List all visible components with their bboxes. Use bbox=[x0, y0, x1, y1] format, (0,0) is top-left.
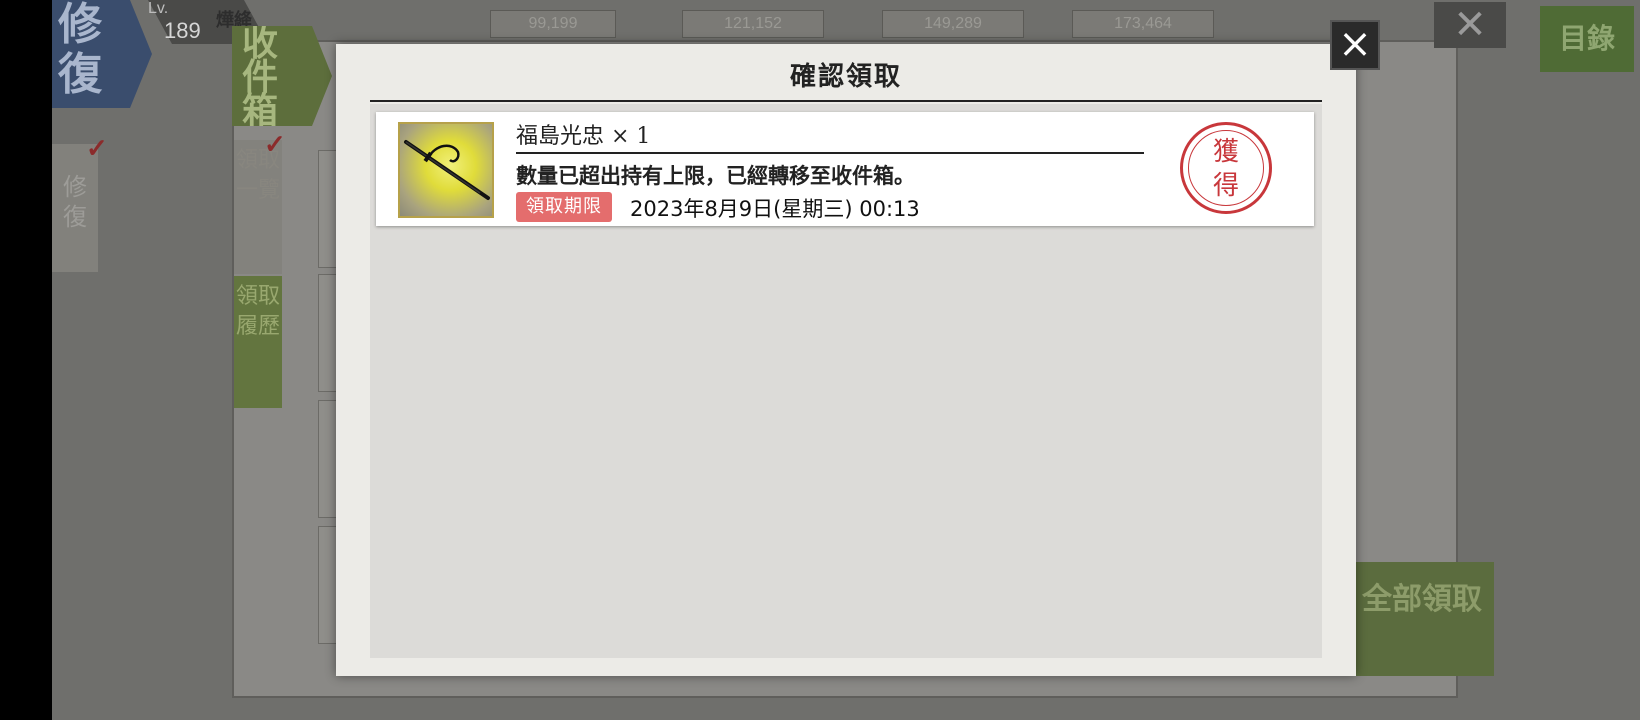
katana-icon bbox=[398, 122, 494, 218]
list-slot bbox=[318, 150, 338, 268]
item-name: 福島光忠 × 1 bbox=[516, 124, 651, 149]
tab-claim-history[interactable]: 領取履歷 bbox=[234, 276, 282, 408]
check-icon: ✓ bbox=[264, 130, 286, 160]
inbox-tag-label: 收件箱 bbox=[242, 22, 279, 132]
repair-tag-label: 修復 bbox=[58, 0, 102, 100]
resource-counter: 149,289 bbox=[882, 10, 1024, 38]
repair-tag[interactable]: 修復 bbox=[52, 0, 152, 108]
list-slot bbox=[318, 274, 338, 392]
dialog-title: 確認領取 bbox=[789, 62, 902, 92]
acquired-stamp: 獲得 bbox=[1180, 122, 1272, 214]
deadline-badge: 領取期限 bbox=[516, 192, 612, 222]
check-icon: ✓ bbox=[86, 134, 108, 164]
level-label: Lv. bbox=[148, 0, 169, 17]
reward-item-card: 福島光忠 × 1 數量已超出持有上限，已經轉移至收件箱。 領取期限 2023年8… bbox=[376, 112, 1314, 226]
tab-claim-list[interactable]: 領取一覽 bbox=[234, 140, 282, 274]
settings-close-icon[interactable]: ✕ bbox=[1434, 2, 1506, 48]
resource-counter: 173,464 bbox=[1072, 10, 1214, 38]
inbox-tag: 收件箱 bbox=[232, 26, 332, 126]
deadline-date: 2023年8月9日(星期三) 00:13 bbox=[630, 197, 920, 221]
dialog-content: 福島光忠 × 1 數量已超出持有上限，已經轉移至收件箱。 領取期限 2023年8… bbox=[370, 104, 1322, 658]
stamp-label: 獲得 bbox=[1188, 130, 1264, 206]
catalog-button[interactable]: 目錄 bbox=[1540, 6, 1634, 72]
list-slot bbox=[318, 526, 338, 644]
title-divider bbox=[370, 100, 1322, 102]
confirm-claim-dialog: 確認領取 福島光忠 × 1 數量已超出持有上限，已經轉移至收件箱。 領取期限 2… bbox=[336, 44, 1356, 676]
close-icon[interactable]: × bbox=[1330, 20, 1380, 70]
level-value: 189 bbox=[164, 18, 201, 43]
list-slot bbox=[318, 400, 338, 518]
resource-counter: 99,199 bbox=[490, 10, 616, 38]
bulk-claim-button[interactable]: 全部領取 bbox=[1354, 562, 1494, 676]
item-name-divider bbox=[516, 152, 1144, 154]
resource-counter: 121,152 bbox=[682, 10, 824, 38]
item-message: 數量已超出持有上限，已經轉移至收件箱。 bbox=[516, 164, 915, 188]
